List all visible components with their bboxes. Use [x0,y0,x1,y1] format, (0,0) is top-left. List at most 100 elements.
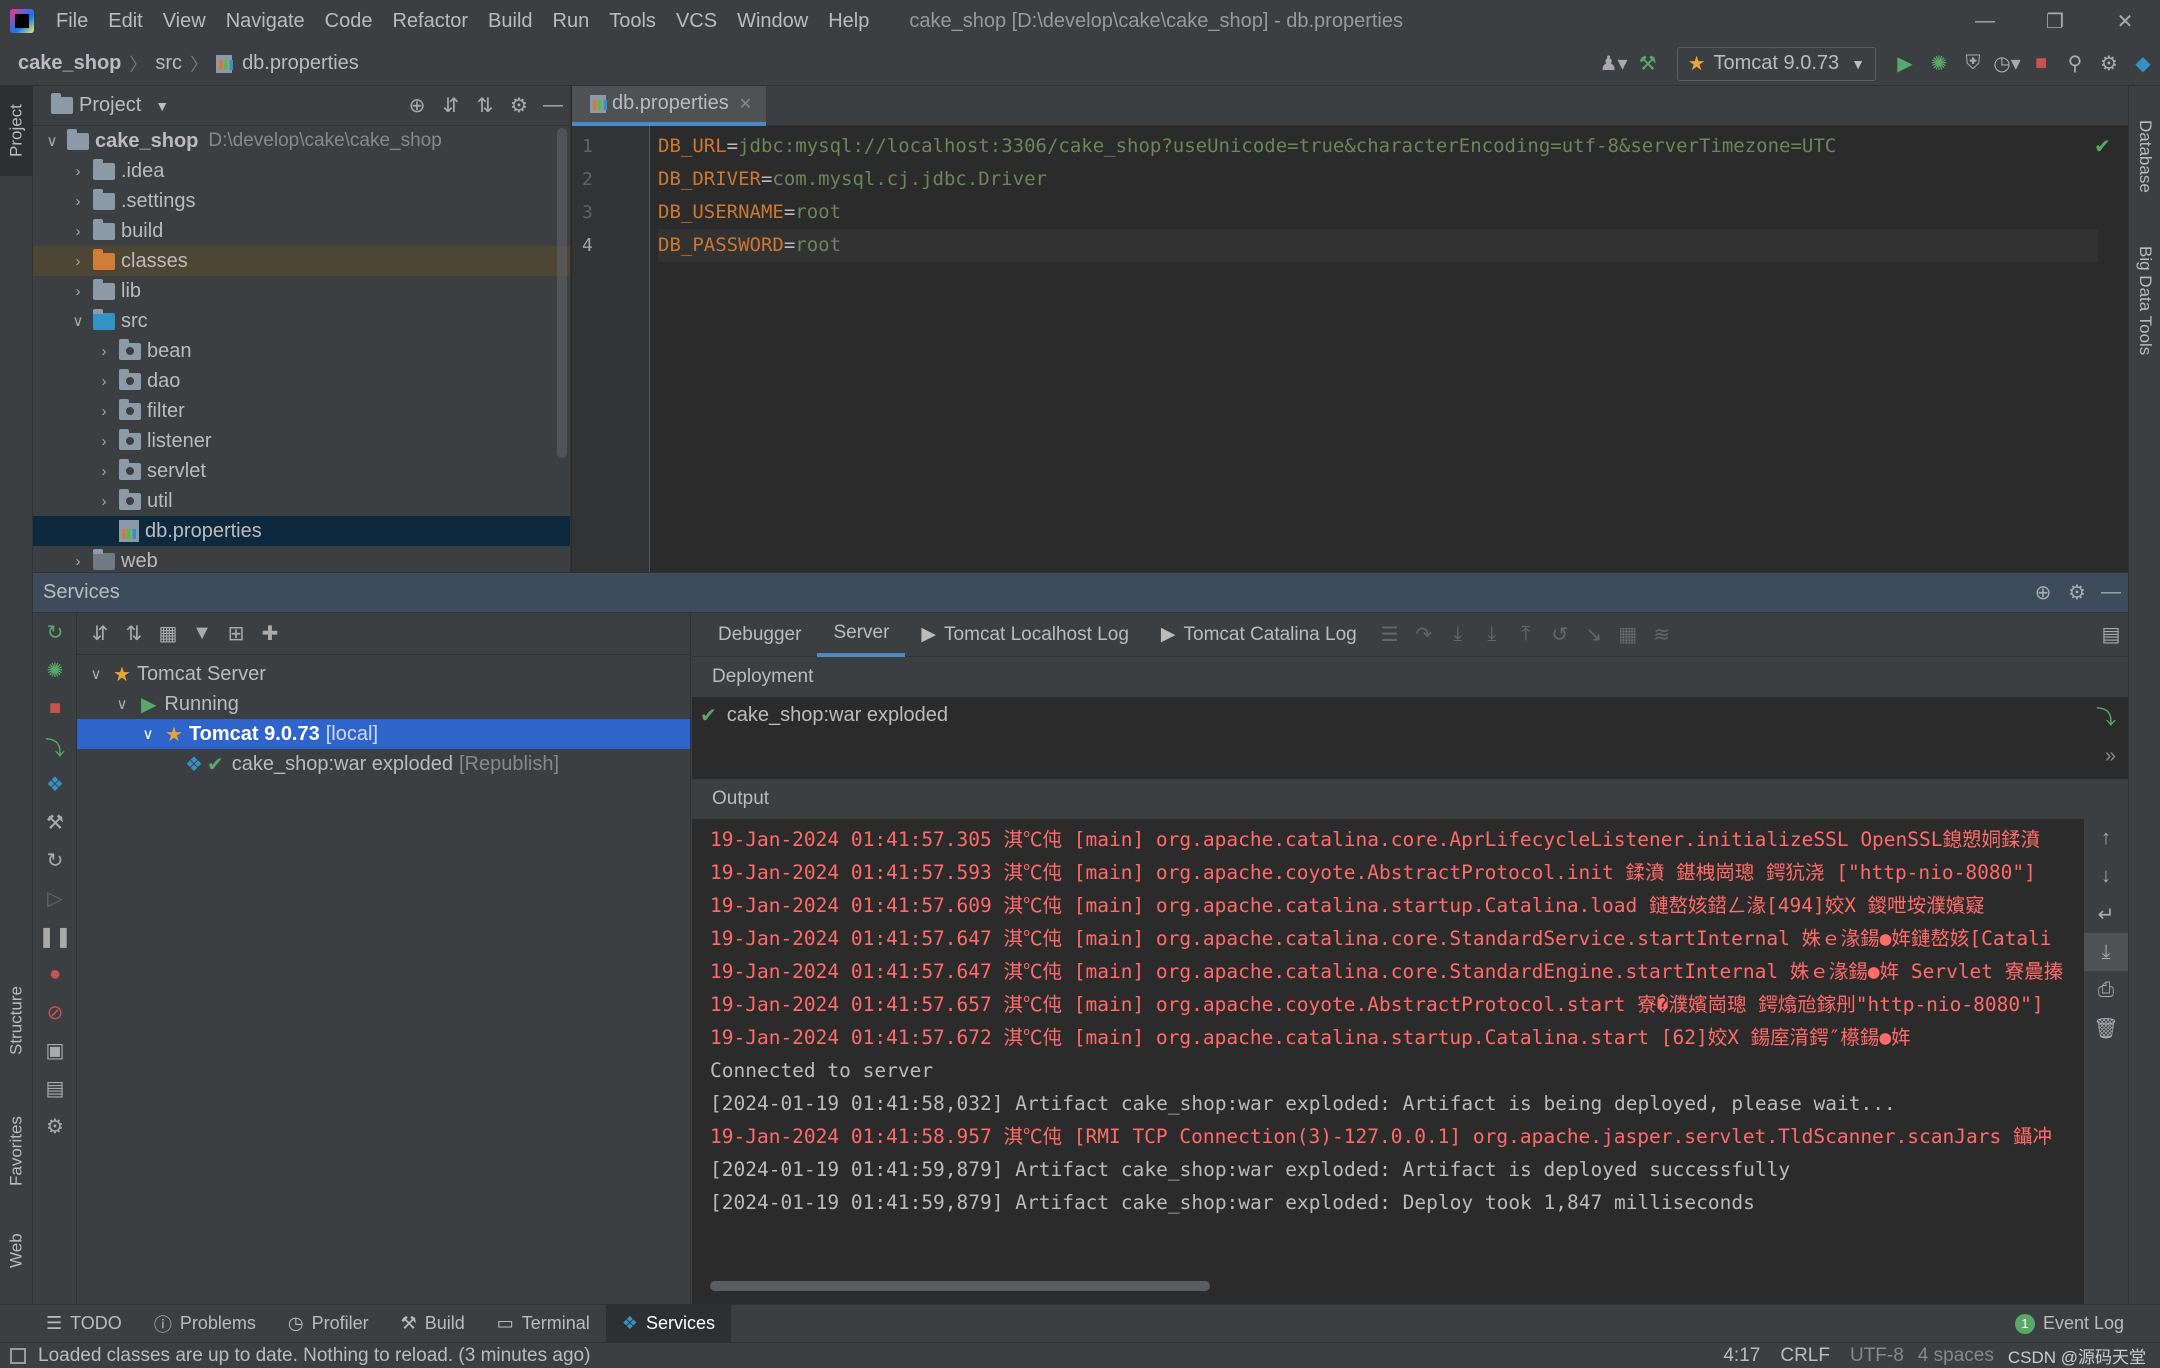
profile-icon[interactable]: ◷▾ [1990,47,2024,81]
panel-settings-icon[interactable]: ⚙ [502,89,536,123]
locate-icon[interactable]: ⊕ [2026,576,2060,610]
caret-position[interactable]: 4:17 [1723,1345,1760,1367]
stripe-tab-structure[interactable]: Structure [0,966,33,1076]
project-scrollbar[interactable] [557,128,567,458]
evaluate-icon[interactable]: ▦ [1611,618,1645,652]
tool-problems[interactable]: ⓘ Problems [138,1305,272,1343]
code-area[interactable]: DB_URL=jdbc:mysql://localhost:3306/cake_… [658,130,2098,262]
status-message[interactable]: Loaded classes are up to date. Nothing t… [38,1345,590,1367]
scroll-down-icon[interactable]: ↓ [2084,857,2128,895]
chevron-right-icon[interactable]: › [93,433,115,450]
more-chevron-icon[interactable]: » [2105,745,2116,768]
menu-view[interactable]: View [153,0,216,42]
expand-all-icon[interactable]: ⇵ [434,89,468,123]
stop-icon[interactable]: ■ [2024,47,2058,81]
build-hammer-icon[interactable]: ⚒ [1631,47,1665,81]
collapse-all-icon[interactable]: ⇅ [468,89,502,123]
tool-build[interactable]: ⚒ Build [385,1305,481,1343]
run-icon[interactable]: ▶ [1888,47,1922,81]
file-encoding[interactable]: UTF-8 [1850,1345,1904,1367]
inspection-ok-check-icon[interactable]: ✔ [2094,134,2111,159]
view-breakpoints-icon[interactable]: ● [33,955,77,993]
menu-refactor[interactable]: Refactor [382,0,478,42]
new-tab-icon[interactable]: ⊞ [219,617,253,651]
editor-tab-db-properties[interactable]: db.properties ✕ [572,85,767,126]
chevron-right-icon[interactable]: › [67,253,89,270]
tree-item-artifact[interactable]: ❖ ✔ cake_shop:war exploded [Republish] [77,749,690,779]
stripe-tab-database[interactable]: Database [2129,96,2160,216]
tool-todo[interactable]: ☰ TODO [30,1305,138,1343]
tree-item-dao[interactable]: › dao [33,366,570,396]
output-console[interactable]: 19-Jan-2024 01:41:57.305 淇℃伅 [main] org.… [692,819,2084,1305]
tool-profiler[interactable]: ◷ Profiler [272,1305,385,1343]
menu-file[interactable]: File [46,0,98,42]
chevron-right-icon[interactable]: › [93,493,115,510]
group-by-icon[interactable]: ▦ [151,617,185,651]
tree-item-filter[interactable]: › filter [33,396,570,426]
menu-build[interactable]: Build [478,0,542,42]
tree-item-servlet[interactable]: › servlet [33,456,570,486]
tool-event-log[interactable]: 1 Event Log [1999,1305,2140,1343]
tree-item-classes[interactable]: › classes [33,246,570,276]
scroll-to-end-icon[interactable]: ⤓ [2084,933,2128,971]
tree-item-bean[interactable]: › bean [33,336,570,366]
chevron-right-icon[interactable]: › [67,193,89,210]
menu-window[interactable]: Window [727,0,818,42]
minimize-icon[interactable]: — [1950,10,2020,33]
status-window-icon[interactable] [10,1347,26,1364]
tab-tomcat-catalina-log[interactable]: ▶ Tomcat Catalina Log [1145,613,1373,657]
stripe-tab-project[interactable]: Project [0,86,33,176]
collapse-all-icon[interactable]: ⇅ [117,617,151,651]
chevron-down-icon[interactable]: ∨ [137,725,159,743]
chevron-down-icon[interactable]: ▼ [155,98,169,114]
indent-setting[interactable]: 4 spaces [1918,1345,1994,1367]
debug-icon[interactable]: ✺ [1922,47,1956,81]
chevron-right-icon[interactable]: › [67,283,89,300]
menu-edit[interactable]: Edit [98,0,152,42]
tree-item-util[interactable]: › util [33,486,570,516]
run-with-coverage-icon[interactable]: ⛨ [1956,47,1990,81]
output-horizontal-scrollbar[interactable] [710,1281,1210,1291]
tree-item-idea[interactable]: › .idea [33,156,570,186]
step-over-icon[interactable]: ↷ [1407,618,1441,652]
refresh-icon[interactable]: ↻ [33,841,77,879]
stripe-tab-web[interactable]: Web [0,1216,33,1286]
settings-gear-icon[interactable]: ⚙ [2092,47,2126,81]
chevron-down-icon[interactable]: ∨ [111,695,133,713]
menu-run[interactable]: Run [543,0,600,42]
user-account-icon[interactable]: ♟▾ [1597,47,1631,81]
chevron-down-icon[interactable]: ∨ [85,665,107,683]
expand-all-icon[interactable]: ⇵ [83,617,117,651]
tab-tomcat-localhost-log[interactable]: ▶ Tomcat Localhost Log [905,613,1144,657]
line-separator[interactable]: CRLF [1780,1345,1830,1367]
tree-item-tomcat-instance[interactable]: ∨ ★ Tomcat 9.0.73 [local] [77,719,690,749]
layout-options-icon[interactable]: ▤ [2094,618,2128,652]
run-configuration-select[interactable]: ★ Tomcat 9.0.73 ▼ [1676,46,1876,81]
add-service-icon[interactable]: ✚ [253,617,287,651]
mute-breakpoints-icon[interactable]: ⊘ [33,993,77,1031]
chevron-right-icon[interactable]: › [93,373,115,390]
tree-item-settings[interactable]: › .settings [33,186,570,216]
clear-all-trash-icon[interactable]: 🗑 [2084,1009,2128,1047]
tool-services[interactable]: ❖ Services [605,1304,731,1343]
stop-icon[interactable]: ■ [33,689,77,727]
deploy-icon[interactable]: ⤵ [2096,701,2116,730]
force-step-into-icon[interactable]: ⤓ [1475,618,1509,652]
chevron-down-icon[interactable]: ∨ [41,132,63,150]
stripe-tab-big-data-tools[interactable]: Big Data Tools [2129,236,2160,366]
project-panel-title[interactable]: Project [79,94,141,117]
deployment-item[interactable]: ✔ cake_shop:war exploded ⤵ [692,697,2128,733]
more-settings-icon[interactable]: ⚙ [33,1107,77,1145]
chevron-right-icon[interactable]: › [67,163,89,180]
search-icon[interactable]: ⚲ [2058,47,2092,81]
locate-file-icon[interactable]: ⊕ [400,89,434,123]
breadcrumb-src[interactable]: src [151,52,186,75]
resume-icon[interactable]: ▷ [33,879,77,917]
menu-lines-icon[interactable]: ☰ [1373,618,1407,652]
print-icon[interactable]: ⎙ [2084,971,2128,1009]
tree-item-src[interactable]: ∨ src [33,306,570,336]
breadcrumb-project[interactable]: cake_shop [14,52,125,75]
chevron-right-icon[interactable]: › [93,463,115,480]
chevron-right-icon[interactable]: › [93,403,115,420]
services-settings-icon[interactable]: ⚙ [2060,576,2094,610]
